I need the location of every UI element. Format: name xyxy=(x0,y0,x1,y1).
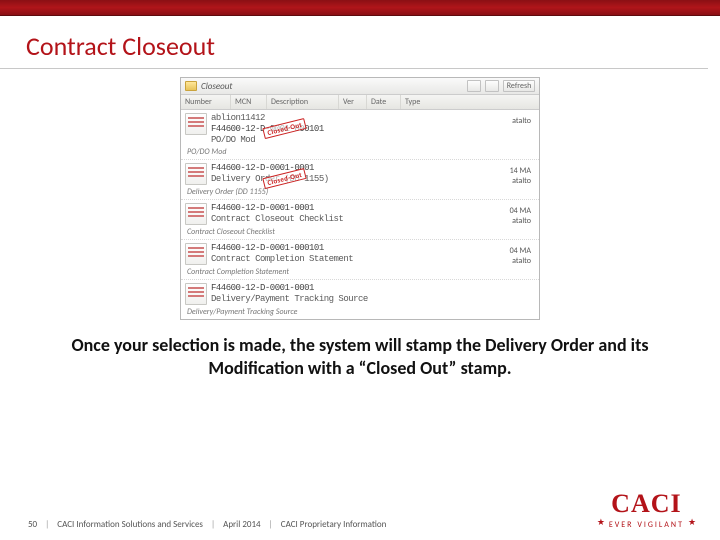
group-label: PO/DO Mod xyxy=(185,145,535,157)
list-item[interactable]: F44600-12-D-0001-000101 Contract Complet… xyxy=(181,240,539,280)
caption-text: Once your selection is made, the system … xyxy=(0,334,720,379)
item-meta: 04 MA atalto xyxy=(510,206,531,226)
list-body: ablion11412 F44600-12-D-0001-000101 PO/D… xyxy=(181,110,539,319)
item-desc: Contract Closeout Checklist xyxy=(211,214,343,224)
list-item[interactable]: F44600-12-D-0001-0001 Contract Closeout … xyxy=(181,200,539,240)
toolbar-button[interactable] xyxy=(467,80,481,92)
app-window: Closeout Refresh Number MCN Description … xyxy=(180,77,540,320)
group-label: Delivery Order (DD 1155) xyxy=(185,185,535,197)
star-icon xyxy=(688,519,696,527)
col-header[interactable]: Ver xyxy=(339,95,367,109)
item-id: F44600-12-D-0001-000101 xyxy=(211,243,353,253)
document-icon xyxy=(185,163,207,185)
item-meta: 14 MA atalto xyxy=(510,166,531,186)
window-toolbar: Closeout Refresh xyxy=(181,78,539,95)
folder-icon xyxy=(185,81,197,91)
item-id: F44600-12-D-0001-0001 xyxy=(211,163,329,173)
logo-tagline: EVER VIGILANT xyxy=(593,519,700,530)
document-icon xyxy=(185,243,207,265)
document-icon xyxy=(185,113,207,135)
page-number: 50 xyxy=(28,519,37,530)
breadcrumb: Closeout xyxy=(201,81,232,92)
logo: CACI EVER VIGILANT xyxy=(593,491,700,530)
footer-org: CACI Information Solutions and Services xyxy=(57,519,203,530)
col-header[interactable]: MCN xyxy=(231,95,267,109)
separator: | xyxy=(269,519,273,530)
col-header[interactable]: Date xyxy=(367,95,401,109)
item-desc: Contract Completion Statement xyxy=(211,254,353,264)
footer-date: April 2014 xyxy=(223,519,261,530)
logo-text: CACI xyxy=(593,491,700,517)
screenshot-area: Closeout Refresh Number MCN Description … xyxy=(0,77,720,320)
list-item[interactable]: F44600-12-D-0001-0001 Delivery Order (DD… xyxy=(181,160,539,200)
group-label: Contract Completion Statement xyxy=(185,265,535,277)
footer-classification: CACI Proprietary Information xyxy=(281,519,387,530)
slide-title: Contract Closeout xyxy=(0,16,708,69)
list-item[interactable]: F44600-12-D-0001-0001 Delivery/Payment T… xyxy=(181,280,539,319)
item-meta: 04 MA atalto xyxy=(510,246,531,266)
document-icon xyxy=(185,283,207,305)
column-headers: Number MCN Description Ver Date Type xyxy=(181,95,539,110)
item-id: F44600-12-D-0001-0001 xyxy=(211,203,343,213)
accent-bar xyxy=(0,0,720,16)
col-header[interactable]: Description xyxy=(267,95,339,109)
item-meta: atalto xyxy=(512,116,531,126)
star-icon xyxy=(597,519,605,527)
toolbar-button[interactable] xyxy=(485,80,499,92)
item-owner: ablion11412 xyxy=(211,113,324,123)
group-label: Contract Closeout Checklist xyxy=(185,225,535,237)
item-desc: Delivery/Payment Tracking Source xyxy=(211,294,368,304)
list-item[interactable]: ablion11412 F44600-12-D-0001-000101 PO/D… xyxy=(181,110,539,160)
col-header[interactable]: Type xyxy=(401,95,539,109)
document-icon xyxy=(185,203,207,225)
item-id: F44600-12-D-0001-0001 xyxy=(211,283,368,293)
col-header[interactable]: Number xyxy=(181,95,231,109)
separator: | xyxy=(45,519,49,530)
refresh-button[interactable]: Refresh xyxy=(503,80,535,92)
group-label: Delivery/Payment Tracking Source xyxy=(185,305,535,317)
separator: | xyxy=(211,519,215,530)
